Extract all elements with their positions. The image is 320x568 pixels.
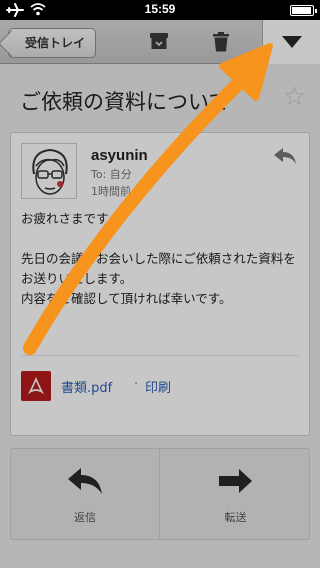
tutorial-arrow-icon bbox=[23, 43, 273, 355]
